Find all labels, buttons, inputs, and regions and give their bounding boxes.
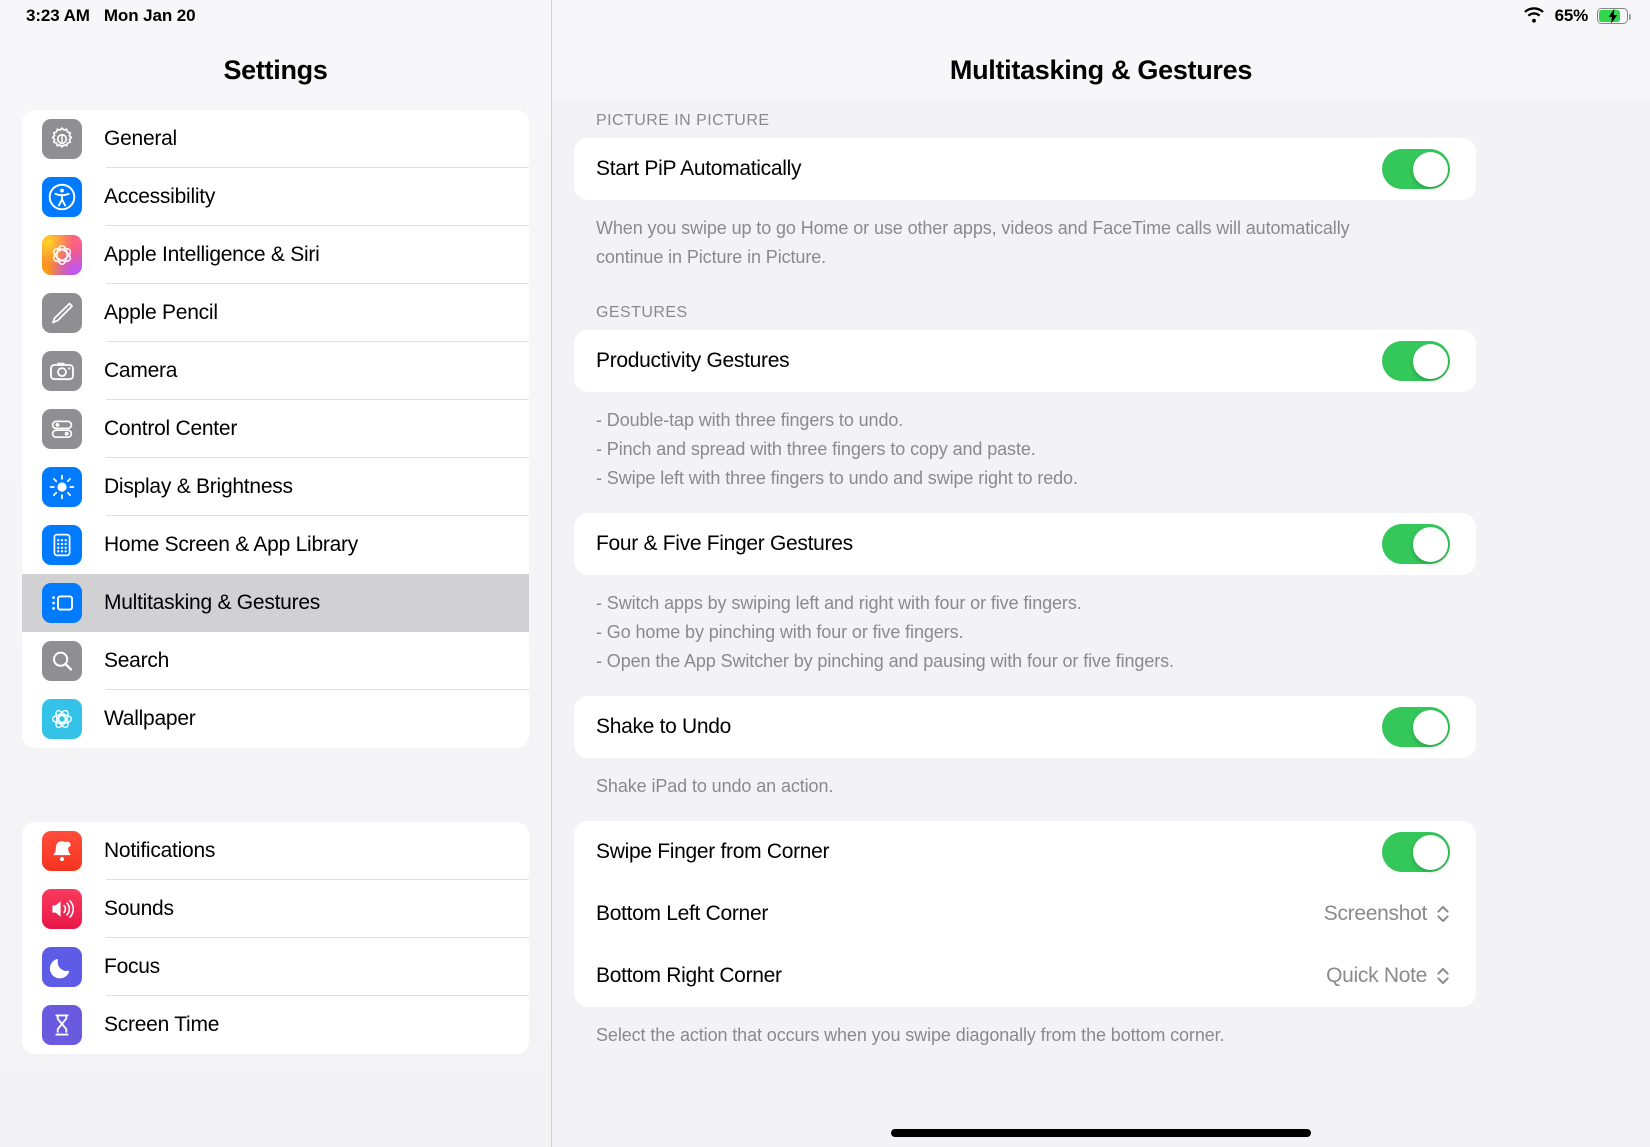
row-label: Start PiP Automatically — [596, 157, 802, 180]
toggle-start-pip-automatically[interactable] — [1382, 149, 1450, 189]
accessibility-icon — [42, 177, 82, 217]
chevron-up-down-icon — [1436, 965, 1450, 987]
detail-pane[interactable]: Multitasking & Gestures PICTURE IN PICTU… — [552, 0, 1650, 1147]
sidebar-item-label: Multitasking & Gestures — [104, 591, 321, 614]
sidebar-item-label: Screen Time — [104, 1013, 220, 1036]
detail-page-title: Multitasking & Gestures — [552, 0, 1650, 100]
sidebar-item-label: Camera — [104, 359, 178, 382]
sidebar-item-notifications[interactable]: Notifications — [22, 822, 529, 880]
sidebar-item-search[interactable]: Search — [22, 632, 529, 690]
ipad-settings-screen: 3:23 AM Mon Jan 20 65% Settings General … — [0, 0, 1650, 1147]
row-label: Shake to Undo — [596, 715, 732, 738]
card-swipe-finger-from-corner: Swipe Finger from Corner Bottom Left Cor… — [574, 821, 1476, 1007]
card-productivity-gestures: Productivity Gestures — [574, 330, 1476, 392]
multitasking-icon — [42, 583, 82, 623]
sidebar-item-accessibility[interactable]: Accessibility — [22, 168, 529, 226]
value-text: Quick Note — [1326, 964, 1427, 987]
row-label: Four & Five Finger Gestures — [596, 532, 853, 555]
row-four-five-finger-gestures[interactable]: Four & Five Finger Gestures — [574, 513, 1476, 575]
sidebar-item-display-brightness[interactable]: Display & Brightness — [22, 458, 529, 516]
toggle-shake-to-undo[interactable] — [1382, 707, 1450, 747]
row-label: Bottom Left Corner — [596, 902, 769, 925]
sidebar-item-screen-time[interactable]: Screen Time — [22, 996, 529, 1054]
row-label: Productivity Gestures — [596, 349, 790, 372]
row-bottom-right-corner[interactable]: Bottom Right Corner Quick Note — [574, 945, 1476, 1007]
sidebar-item-label: Control Center — [104, 417, 238, 440]
sidebar-item-label: Display & Brightness — [104, 475, 293, 498]
sidebar-item-home-screen-app-library[interactable]: Home Screen & App Library — [22, 516, 529, 574]
sidebar-item-wallpaper[interactable]: Wallpaper — [22, 690, 529, 748]
sidebar-item-label: Search — [104, 649, 170, 672]
row-start-pip-automatically[interactable]: Start PiP Automatically — [574, 138, 1476, 200]
home-indicator[interactable] — [891, 1129, 1311, 1137]
brightness-icon — [42, 467, 82, 507]
sidebar-item-apple-intelligence-siri[interactable]: Apple Intelligence & Siri — [22, 226, 529, 284]
sidebar-group-2: Notifications Sounds Focus Screen Time — [22, 822, 529, 1054]
sidebar-item-apple-pencil[interactable]: Apple Pencil — [22, 284, 529, 342]
hourglass-icon — [42, 1005, 82, 1045]
toggle-productivity-gestures[interactable] — [1382, 341, 1450, 381]
sidebar-item-general[interactable]: General — [22, 110, 529, 168]
detail-scroll-area[interactable]: PICTURE IN PICTURE Start PiP Automatical… — [552, 100, 1650, 1070]
row-label: Bottom Right Corner — [596, 964, 782, 987]
row-productivity-gestures[interactable]: Productivity Gestures — [574, 330, 1476, 392]
sidebar-item-focus[interactable]: Focus — [22, 938, 529, 996]
speaker-icon — [42, 889, 82, 929]
gear-icon — [42, 119, 82, 159]
toggle-swipe-finger-from-corner[interactable] — [1382, 832, 1450, 872]
sidebar-item-camera[interactable]: Camera — [22, 342, 529, 400]
value-text: Screenshot — [1323, 902, 1428, 925]
row-swipe-finger-from-corner[interactable]: Swipe Finger from Corner — [574, 821, 1476, 883]
moon-icon — [42, 947, 82, 987]
card-shake-to-undo: Shake to Undo — [574, 696, 1476, 758]
sidebar-item-multitasking-gestures[interactable]: Multitasking & Gestures — [22, 574, 529, 632]
sidebar-title: Settings — [223, 55, 328, 85]
card-four-five-finger-gestures: Four & Five Finger Gestures — [574, 513, 1476, 575]
row-bottom-left-corner[interactable]: Bottom Left Corner Screenshot — [574, 883, 1476, 945]
sidebar-item-label: Accessibility — [104, 185, 216, 208]
sidebar-item-label: Notifications — [104, 839, 216, 862]
sidebar-item-label: Home Screen & App Library — [104, 533, 359, 556]
sidebar-scroll-area[interactable]: General Accessibility Apple Intelligence… — [0, 110, 551, 1054]
row-label: Swipe Finger from Corner — [596, 840, 830, 863]
wallpaper-icon — [42, 699, 82, 739]
toggle-four-five-finger-gestures[interactable] — [1382, 524, 1450, 564]
sidebar-item-label: Focus — [104, 955, 160, 978]
pencil-icon — [42, 293, 82, 333]
footnote-shake-to-undo: Shake iPad to undo an action. — [596, 776, 834, 796]
sidebar-item-label: Apple Intelligence & Siri — [104, 243, 320, 266]
footnote-swipe-finger-from-corner: Select the action that occurs when you s… — [596, 1025, 1225, 1045]
search-icon — [42, 641, 82, 681]
sidebar-item-label: Wallpaper — [104, 707, 196, 730]
footnote-picture-in-picture: When you swipe up to go Home or use othe… — [596, 218, 1350, 267]
sidebar-item-sounds[interactable]: Sounds — [22, 880, 529, 938]
camera-icon — [42, 351, 82, 391]
sidebar-item-label: Apple Pencil — [104, 301, 218, 324]
card-picture-in-picture: Start PiP Automatically — [574, 138, 1476, 200]
section-header-picture-in-picture: PICTURE IN PICTURE — [596, 112, 770, 129]
footnote-four-five-finger-gestures: - Switch apps by swiping left and right … — [596, 593, 1174, 671]
bell-icon — [42, 831, 82, 871]
sidebar-group-1: General Accessibility Apple Intelligence… — [22, 110, 529, 748]
value-bottom-right-corner[interactable]: Quick Note — [1326, 964, 1450, 988]
value-bottom-left-corner[interactable]: Screenshot — [1324, 902, 1450, 926]
app-grid-icon — [42, 525, 82, 565]
row-shake-to-undo[interactable]: Shake to Undo — [574, 696, 1476, 758]
siri-icon — [42, 235, 82, 275]
sidebar-item-control-center[interactable]: Control Center — [22, 400, 529, 458]
sidebar-item-label: General — [104, 127, 177, 150]
sidebar-item-label: Sounds — [104, 897, 174, 920]
settings-sidebar[interactable]: Settings General Accessibility Apple Int… — [0, 0, 552, 1147]
chevron-up-down-icon — [1436, 903, 1450, 925]
control-center-icon — [42, 409, 82, 449]
footnote-productivity-gestures: - Double-tap with three fingers to undo.… — [596, 410, 1078, 488]
section-header-gestures: GESTURES — [596, 304, 688, 321]
